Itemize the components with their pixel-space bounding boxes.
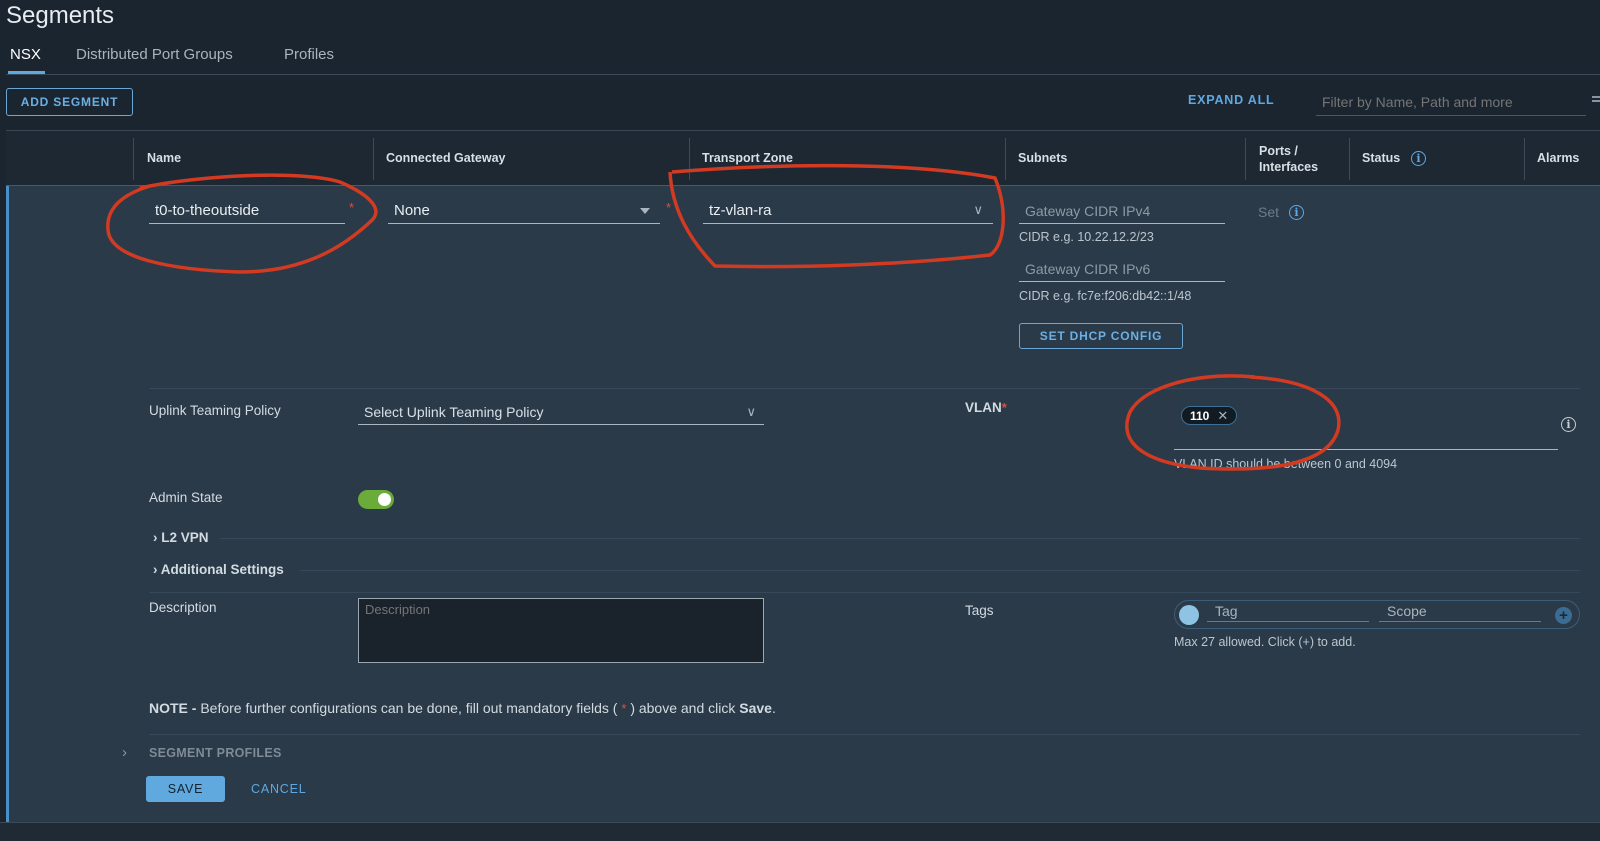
annotation-circle-name <box>106 173 378 274</box>
annotation-circle-transport-zone <box>668 163 1005 269</box>
annotation-circle-vlan <box>1125 374 1341 471</box>
annotation-overlay <box>106 163 1341 471</box>
